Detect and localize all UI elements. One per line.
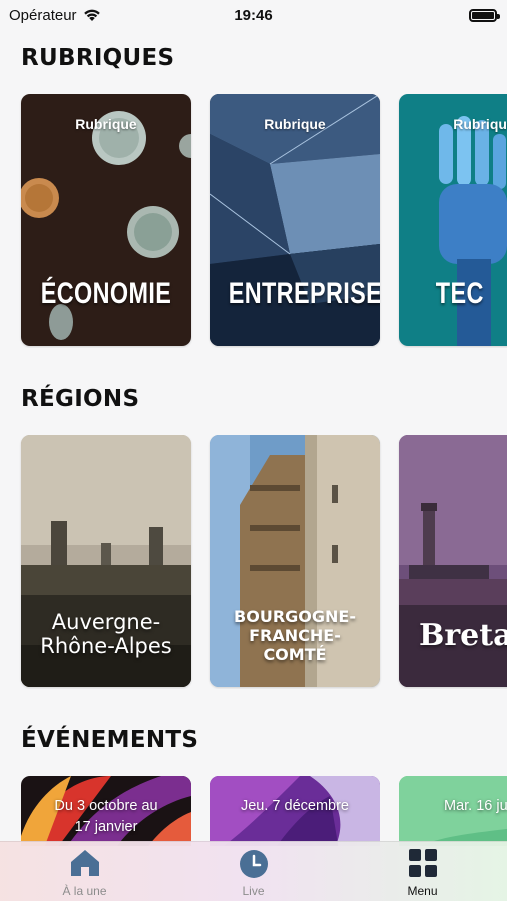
card-title: ENTREPRISES	[228, 277, 380, 310]
region-name-line: FRANCHE-	[249, 626, 341, 645]
region-name-line: Auvergne-	[51, 610, 161, 634]
tab-menu[interactable]: Menu	[338, 842, 507, 901]
region-name-line: COMTÉ	[263, 645, 327, 664]
regions-carousel[interactable]: Auvergne- Rhône-Alpes BOURGOGNE- FRANCHE…	[0, 435, 507, 689]
event-date-line: Mar. 16 ju	[444, 798, 507, 814]
section-title-evenements: ÉVÉNEMENTS	[21, 727, 199, 753]
tab-a-la-une[interactable]: À la une	[0, 842, 169, 901]
event-date-line: 17 janvier	[74, 819, 138, 835]
event-date-line: Jeu. 7 décembre	[240, 798, 349, 814]
region-name-line: Rhône-Alpes	[40, 634, 172, 658]
carrier-label: Opérateur	[9, 6, 77, 24]
section-title-rubriques: RUBRIQUES	[21, 45, 175, 71]
card-kicker: Rubrique	[264, 116, 326, 132]
tab-label: Live	[242, 884, 265, 898]
clock-icon	[239, 850, 268, 878]
status-bar: Opérateur 19:46	[0, 0, 507, 30]
card-title: TEC	[435, 277, 484, 310]
event-card[interactable]: Du 3 octobre au 17 janvier	[21, 776, 191, 846]
region-card-auvergne[interactable]: Auvergne- Rhône-Alpes	[21, 435, 191, 687]
status-left: Opérateur	[9, 7, 101, 24]
tab-label: À la une	[62, 884, 107, 898]
event-date: Du 3 octobre au 17 janvier	[21, 796, 191, 838]
grid-icon	[408, 849, 437, 877]
tab-bar: À la une Live Menu	[0, 841, 507, 901]
region-name: BOURGOGNE- FRANCHE- COMTÉ	[210, 607, 380, 664]
battery-icon	[469, 8, 500, 22]
card-title: ÉCONOMIE	[40, 277, 172, 310]
rubriques-carousel[interactable]: Rubrique ÉCONOMIE Rubrique ENTREPRISES R…	[0, 94, 507, 348]
evenements-carousel[interactable]: Du 3 octobre au 17 janvier Jeu. 7 décemb…	[0, 776, 507, 846]
card-kicker: Rubrique	[75, 116, 137, 132]
section-title-regions: RÉGIONS	[21, 386, 140, 412]
rubrique-card-tech[interactable]: Rubrique TEC	[399, 94, 507, 346]
region-card-bourgogne[interactable]: BOURGOGNE- FRANCHE- COMTÉ	[210, 435, 380, 687]
region-name: Auvergne- Rhône-Alpes	[21, 610, 191, 658]
card-kicker: Rubrique	[453, 116, 507, 132]
region-name-line: BOURGOGNE-	[234, 607, 356, 626]
tab-label: Menu	[407, 884, 438, 898]
rubrique-card-entreprises[interactable]: Rubrique ENTREPRISES	[210, 94, 380, 346]
event-card[interactable]: Mar. 16 ju	[399, 776, 507, 846]
region-card-bretagne[interactable]: Bretag	[399, 435, 507, 687]
region-name: Bretag	[419, 618, 507, 653]
wifi-icon	[83, 9, 100, 21]
tab-live[interactable]: Live	[169, 842, 338, 901]
event-date: Jeu. 7 décembre	[210, 796, 380, 817]
rubrique-card-economie[interactable]: Rubrique ÉCONOMIE	[21, 94, 191, 346]
event-date-line: Du 3 octobre au	[54, 798, 158, 814]
event-date: Mar. 16 ju	[444, 796, 507, 817]
home-icon	[70, 850, 99, 876]
event-card[interactable]: Jeu. 7 décembre	[210, 776, 380, 846]
